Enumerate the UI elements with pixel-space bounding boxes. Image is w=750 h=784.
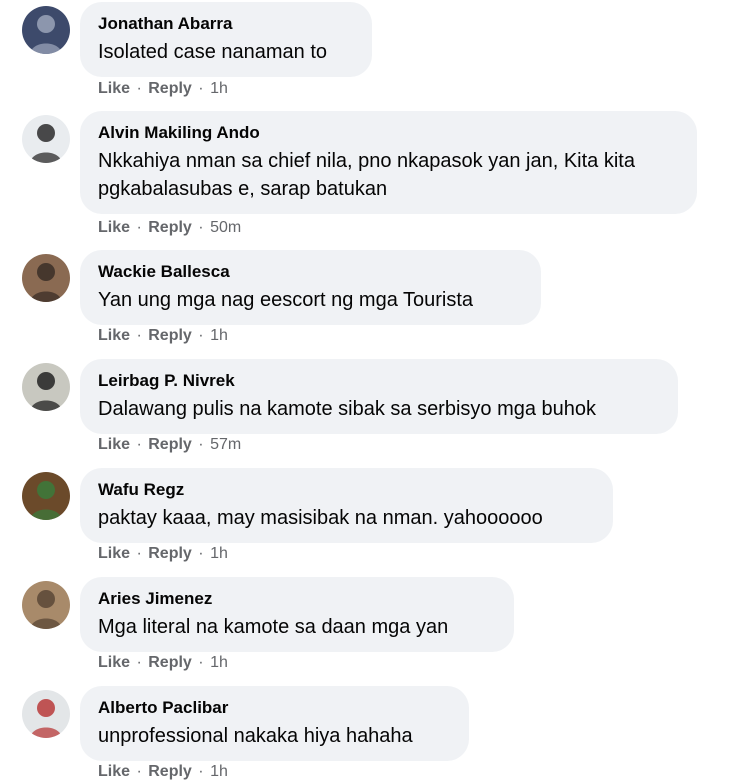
reply-button[interactable]: Reply (148, 80, 192, 97)
comment-text: unprofessional nakaka hiya hahaha (98, 725, 413, 747)
comment-author[interactable]: Alberto Paclibar (98, 698, 451, 718)
avatar[interactable] (22, 690, 70, 738)
separator: · (198, 436, 204, 453)
comment-bubble: Wackie Ballesca Yan ung mga nag eescort … (80, 250, 541, 325)
comment-text: Nkkahiya nman sa chief nila, pno nkapaso… (98, 150, 635, 200)
like-button[interactable]: Like (98, 327, 130, 344)
comment-text: Yan ung mga nag eescort ng mga Tourista (98, 289, 474, 311)
comment-text: Mga literal na kamote sa daan mga yan (98, 616, 449, 638)
reply-button[interactable]: Reply (148, 327, 192, 344)
comment-bubble: Alberto Paclibar unprofessional nakaka h… (80, 686, 469, 761)
separator: · (136, 763, 142, 780)
comment-author[interactable]: Wafu Regz (98, 480, 595, 500)
avatar[interactable] (22, 115, 70, 163)
separator: · (136, 219, 142, 236)
like-button[interactable]: Like (98, 80, 130, 97)
comment-author[interactable]: Aries Jimenez (98, 589, 496, 609)
avatar-image (22, 690, 70, 738)
avatar-image (22, 6, 70, 54)
avatar[interactable] (22, 363, 70, 411)
comment-bubble: Leirbag P. Nivrek Dalawang pulis na kamo… (80, 359, 678, 434)
comment-author[interactable]: Alvin Makiling Ando (98, 123, 679, 143)
comment-bubble: Wafu Regz paktay kaaa, may masisibak na … (80, 468, 613, 543)
comment-actions: Like · Reply · 1h (98, 327, 228, 345)
comment-actions: Like · Reply · 57m (98, 436, 241, 454)
avatar[interactable] (22, 581, 70, 629)
comment-actions: Like · Reply · 1h (98, 763, 228, 781)
comment-author[interactable]: Leirbag P. Nivrek (98, 371, 660, 391)
comment-timestamp[interactable]: 1h (210, 545, 228, 562)
comment-text: Dalawang pulis na kamote sibak sa serbis… (98, 398, 597, 420)
separator: · (136, 654, 142, 671)
reply-button[interactable]: Reply (148, 763, 192, 780)
comment-actions: Like · Reply · 1h (98, 545, 228, 563)
comment-timestamp[interactable]: 1h (210, 654, 228, 671)
avatar-image (22, 115, 70, 163)
separator: · (136, 436, 142, 453)
comment-text: paktay kaaa, may masisibak na nman. yaho… (98, 507, 543, 529)
comment-timestamp[interactable]: 1h (210, 327, 228, 344)
comment-actions: Like · Reply · 1h (98, 80, 228, 98)
reply-button[interactable]: Reply (148, 219, 192, 236)
comment-author[interactable]: Wackie Ballesca (98, 262, 523, 282)
reply-button[interactable]: Reply (148, 654, 192, 671)
separator: · (136, 80, 142, 97)
comment-text: Isolated case nanaman to (98, 41, 328, 63)
comment-bubble: Aries Jimenez Mga literal na kamote sa d… (80, 577, 514, 652)
reply-button[interactable]: Reply (148, 436, 192, 453)
comment-actions: Like · Reply · 50m (98, 219, 241, 237)
avatar-image (22, 581, 70, 629)
avatar-image (22, 472, 70, 520)
comment-timestamp[interactable]: 1h (210, 763, 228, 780)
like-button[interactable]: Like (98, 219, 130, 236)
like-button[interactable]: Like (98, 763, 130, 780)
avatar-image (22, 254, 70, 302)
avatar[interactable] (22, 254, 70, 302)
separator: · (198, 763, 204, 780)
separator: · (136, 545, 142, 562)
separator: · (198, 654, 204, 671)
comment-bubble: Jonathan Abarra Isolated case nanaman to (80, 2, 372, 77)
avatar-image (22, 363, 70, 411)
like-button[interactable]: Like (98, 545, 130, 562)
separator: · (198, 327, 204, 344)
like-button[interactable]: Like (98, 654, 130, 671)
comment-timestamp[interactable]: 57m (210, 436, 241, 453)
separator: · (198, 80, 204, 97)
avatar[interactable] (22, 472, 70, 520)
comment-actions: Like · Reply · 1h (98, 654, 228, 672)
comment-timestamp[interactable]: 50m (210, 219, 241, 236)
separator: · (198, 545, 204, 562)
comment-bubble: Alvin Makiling Ando Nkkahiya nman sa chi… (80, 111, 697, 214)
comment-timestamp[interactable]: 1h (210, 80, 228, 97)
reply-button[interactable]: Reply (148, 545, 192, 562)
separator: · (198, 219, 204, 236)
avatar[interactable] (22, 6, 70, 54)
like-button[interactable]: Like (98, 436, 130, 453)
separator: · (136, 327, 142, 344)
comment-author[interactable]: Jonathan Abarra (98, 14, 354, 34)
